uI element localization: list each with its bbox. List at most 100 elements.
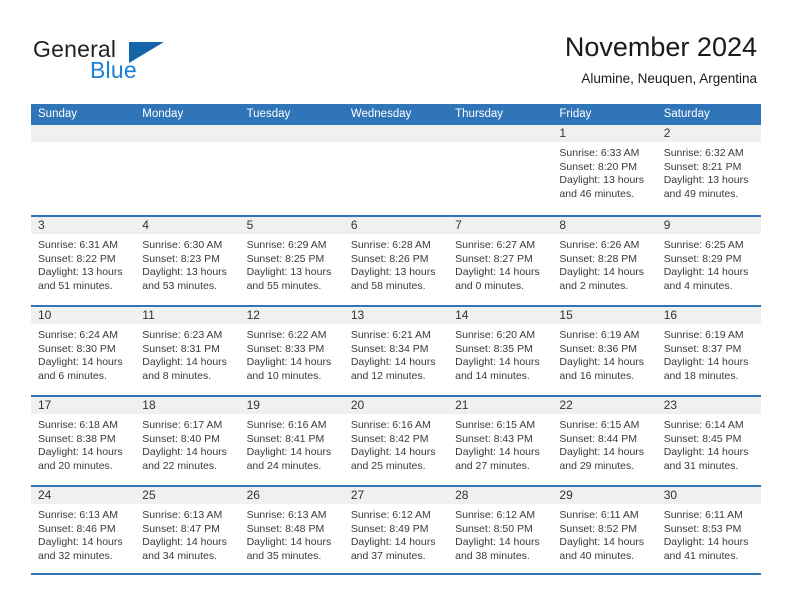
day-detail-line: and 38 minutes. xyxy=(455,549,530,562)
day-detail-line: Daylight: 13 hours xyxy=(663,174,749,186)
day-number: 22 xyxy=(552,397,657,414)
day-detail-line: and 40 minutes. xyxy=(559,549,635,562)
calendar-day-cell[interactable]: 2 Sunrise: 6:32 AM Sunset: 8:21 PM Daylight… xyxy=(656,125,761,215)
day-details: Sunrise: 6:13 AM Sunset: 8:46 PM Daylight:… xyxy=(31,504,135,563)
location-subtitle: Alumine, Neuquen, Argentina xyxy=(581,71,757,87)
day-number: 10 xyxy=(31,307,136,324)
day-details xyxy=(448,142,552,147)
calendar-week-row: 24 Sunrise: 6:13 AM Sunset: 8:46 PM Dayligh… xyxy=(31,485,761,575)
calendar-day-cell[interactable]: 23 Sunrise: 6:14 AM Sunset: 8:45 PM Dayligh… xyxy=(656,397,761,485)
day-number: 12 xyxy=(239,307,344,324)
day-number: 14 xyxy=(448,307,553,324)
calendar-week-row: 1 Sunrise: 6:33 AM Sunset: 8:20 PM Daylight… xyxy=(31,125,761,215)
calendar-day-cell[interactable]: 21 Sunrise: 6:15 AM Sunset: 8:43 PM Dayligh… xyxy=(448,397,553,485)
day-detail-line: Daylight: 14 hours xyxy=(246,536,332,548)
day-detail-line: Sunrise: 6:31 AM xyxy=(38,239,118,251)
calendar-day-cell[interactable]: 15 Sunrise: 6:19 AM Sunset: 8:36 PM Dayligh… xyxy=(552,307,657,395)
day-details: Sunrise: 6:19 AM Sunset: 8:37 PM Daylight:… xyxy=(657,324,761,383)
day-detail-line: Sunset: 8:31 PM xyxy=(142,342,220,355)
day-detail-line: and 12 minutes. xyxy=(350,369,426,382)
calendar-day-cell[interactable]: 3 Sunrise: 6:31 AM Sunset: 8:22 PM Daylight… xyxy=(31,217,136,305)
calendar-day-cell[interactable]: 26 Sunrise: 6:13 AM Sunset: 8:48 PM Dayligh… xyxy=(239,487,344,573)
calendar-day-cell[interactable]: 27 Sunrise: 6:12 AM Sunset: 8:49 PM Dayligh… xyxy=(343,487,449,573)
day-detail-line: and 27 minutes. xyxy=(455,459,530,472)
day-details: Sunrise: 6:26 AM Sunset: 8:28 PM Daylight:… xyxy=(552,234,656,293)
day-details: Sunrise: 6:33 AM Sunset: 8:20 PM Daylight:… xyxy=(552,142,656,201)
day-number: 28 xyxy=(448,487,553,504)
day-detail-line: Sunset: 8:50 PM xyxy=(455,522,533,535)
day-detail-line: and 34 minutes. xyxy=(142,549,217,562)
day-detail-line: Sunrise: 6:16 AM xyxy=(350,419,431,431)
calendar-day-cell[interactable]: 28 Sunrise: 6:12 AM Sunset: 8:50 PM Dayligh… xyxy=(448,487,553,573)
calendar-day-cell[interactable]: 12 Sunrise: 6:22 AM Sunset: 8:33 PM Dayligh… xyxy=(239,307,344,395)
day-details: Sunrise: 6:19 AM Sunset: 8:36 PM Daylight:… xyxy=(552,324,656,383)
day-detail-line: Sunrise: 6:19 AM xyxy=(559,329,640,341)
day-details: Sunrise: 6:17 AM Sunset: 8:40 PM Daylight:… xyxy=(135,414,239,473)
day-detail-line: Sunrise: 6:12 AM xyxy=(350,509,431,521)
weekday-tuesday: Tuesday xyxy=(246,108,291,120)
calendar-day-cell[interactable]: 17 Sunrise: 6:18 AM Sunset: 8:38 PM Dayligh… xyxy=(31,397,136,485)
day-detail-line: Daylight: 14 hours xyxy=(142,536,227,548)
day-detail-line: Daylight: 14 hours xyxy=(350,536,436,548)
day-details: Sunrise: 6:11 AM Sunset: 8:52 PM Daylight:… xyxy=(552,504,656,563)
day-detail-line: Sunrise: 6:13 AM xyxy=(38,509,118,521)
day-detail-line: and 16 minutes. xyxy=(559,369,635,382)
day-number: 4 xyxy=(135,217,240,234)
weekday-header-row: Sunday Monday Tuesday Wednesday Thursday… xyxy=(31,104,761,125)
calendar-day-cell[interactable]: 20 Sunrise: 6:16 AM Sunset: 8:42 PM Dayligh… xyxy=(343,397,449,485)
day-detail-line: Sunset: 8:23 PM xyxy=(142,252,220,265)
day-detail-line: Daylight: 14 hours xyxy=(246,356,332,368)
calendar-day-cell[interactable]: 6 Sunrise: 6:28 AM Sunset: 8:26 PM Daylight… xyxy=(343,217,449,305)
calendar-day-cell[interactable]: 19 Sunrise: 6:16 AM Sunset: 8:41 PM Dayligh… xyxy=(239,397,344,485)
day-details: Sunrise: 6:25 AM Sunset: 8:29 PM Daylight:… xyxy=(657,234,761,293)
day-detail-line: Daylight: 13 hours xyxy=(246,266,332,278)
calendar-day-cell[interactable]: 22 Sunrise: 6:15 AM Sunset: 8:44 PM Dayligh… xyxy=(552,397,657,485)
day-detail-line: and 6 minutes. xyxy=(38,369,107,382)
calendar-day-cell[interactable]: 9 Sunrise: 6:25 AM Sunset: 8:29 PM Daylight… xyxy=(656,217,761,305)
day-detail-line: and 58 minutes. xyxy=(350,279,426,292)
day-detail-line: Sunset: 8:33 PM xyxy=(246,342,325,355)
calendar-day-cell[interactable]: 13 Sunrise: 6:21 AM Sunset: 8:34 PM Dayligh… xyxy=(343,307,449,395)
day-detail-line: Daylight: 14 hours xyxy=(559,536,645,548)
day-details: Sunrise: 6:12 AM Sunset: 8:49 PM Daylight:… xyxy=(344,504,448,563)
calendar-day-cell[interactable]: 24 Sunrise: 6:13 AM Sunset: 8:46 PM Dayligh… xyxy=(31,487,136,573)
day-details: Sunrise: 6:27 AM Sunset: 8:27 PM Daylight:… xyxy=(448,234,552,293)
day-details: Sunrise: 6:24 AM Sunset: 8:30 PM Daylight:… xyxy=(31,324,135,383)
calendar-day-cell[interactable]: 1 Sunrise: 6:33 AM Sunset: 8:20 PM Daylight… xyxy=(552,125,657,215)
day-details: Sunrise: 6:31 AM Sunset: 8:22 PM Daylight:… xyxy=(31,234,135,293)
day-details: Sunrise: 6:13 AM Sunset: 8:48 PM Daylight:… xyxy=(240,504,344,563)
calendar-day-cell[interactable]: 30 Sunrise: 6:11 AM Sunset: 8:53 PM Dayligh… xyxy=(656,487,761,573)
day-detail-line: Sunset: 8:20 PM xyxy=(559,160,638,173)
calendar-day-cell[interactable]: 11 Sunrise: 6:23 AM Sunset: 8:31 PM Dayligh… xyxy=(135,307,240,395)
day-detail-line: and 55 minutes. xyxy=(246,279,322,292)
day-detail-line: Sunrise: 6:12 AM xyxy=(455,509,536,521)
day-detail-line: Daylight: 14 hours xyxy=(455,446,540,458)
calendar-day-cell[interactable]: 29 Sunrise: 6:11 AM Sunset: 8:52 PM Dayligh… xyxy=(552,487,657,573)
calendar-day-cell[interactable]: 7 Sunrise: 6:27 AM Sunset: 8:27 PM Daylight… xyxy=(448,217,553,305)
day-detail-line: Daylight: 14 hours xyxy=(455,266,540,278)
calendar-day-cell[interactable]: 5 Sunrise: 6:29 AM Sunset: 8:25 PM Daylight… xyxy=(239,217,344,305)
calendar-day-cell[interactable]: 18 Sunrise: 6:17 AM Sunset: 8:40 PM Dayligh… xyxy=(135,397,240,485)
day-detail-line: Sunrise: 6:11 AM xyxy=(663,509,743,521)
calendar-day-cell[interactable]: 14 Sunrise: 6:20 AM Sunset: 8:35 PM Dayligh… xyxy=(448,307,553,395)
calendar-day-cell[interactable]: 16 Sunrise: 6:19 AM Sunset: 8:37 PM Dayligh… xyxy=(656,307,761,395)
day-detail-line: Sunrise: 6:15 AM xyxy=(455,419,536,431)
day-number: 2 xyxy=(656,125,761,142)
day-detail-line: and 51 minutes. xyxy=(38,279,113,292)
calendar-day-cell[interactable]: 10 Sunrise: 6:24 AM Sunset: 8:30 PM Dayligh… xyxy=(31,307,136,395)
brand-logo[interactable]: General Blue xyxy=(33,36,263,86)
day-detail-line: Sunset: 8:44 PM xyxy=(559,432,638,445)
day-number: 23 xyxy=(656,397,761,414)
day-detail-line: and 2 minutes. xyxy=(559,279,629,292)
day-detail-line: Sunset: 8:35 PM xyxy=(455,342,533,355)
day-details: Sunrise: 6:21 AM Sunset: 8:34 PM Daylight:… xyxy=(344,324,448,383)
day-number: 11 xyxy=(135,307,240,324)
day-detail-line: Sunset: 8:40 PM xyxy=(142,432,220,445)
day-details xyxy=(135,142,239,147)
calendar-day-cell[interactable]: 4 Sunrise: 6:30 AM Sunset: 8:23 PM Daylight… xyxy=(135,217,240,305)
day-details: Sunrise: 6:22 AM Sunset: 8:33 PM Daylight:… xyxy=(240,324,344,383)
day-detail-line: Daylight: 14 hours xyxy=(559,266,645,278)
calendar-day-cell[interactable]: 8 Sunrise: 6:26 AM Sunset: 8:28 PM Daylight… xyxy=(552,217,657,305)
calendar-day-cell[interactable]: 25 Sunrise: 6:13 AM Sunset: 8:47 PM Dayligh… xyxy=(135,487,240,573)
day-detail-line: Sunrise: 6:20 AM xyxy=(455,329,536,341)
